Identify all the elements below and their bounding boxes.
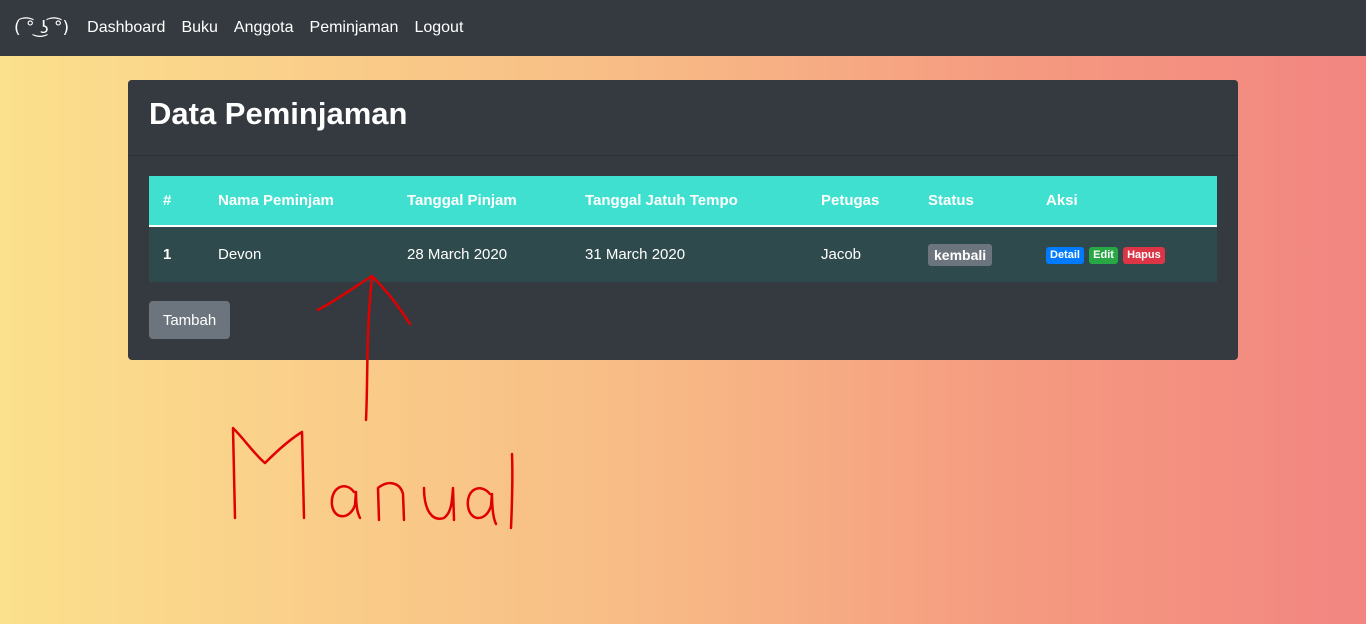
column-header-nama-peminjam: Nama Peminjam (218, 192, 334, 209)
letter-m (231, 426, 306, 520)
column-header-status: Status (928, 192, 974, 209)
page-title: Data Peminjaman (149, 96, 408, 131)
brand-logo[interactable]: ( ͡° ͜ʖ ͡°) (14, 18, 69, 38)
column-header-petugas: Petugas (821, 192, 880, 209)
column-header-tanggal-jatuh-tempo: Tanggal Jatuh Tempo (585, 192, 738, 209)
cell-nama-peminjam: Devon (218, 246, 262, 263)
cell-petugas: Jacob (821, 246, 862, 263)
column-header-tanggal-pinjam: Tanggal Pinjam (407, 192, 517, 209)
letter-l (509, 452, 514, 530)
peminjaman-table: # Nama Peminjam Tanggal Pinjam Tanggal J… (149, 176, 1217, 282)
nav-link-buku[interactable]: Buku (181, 19, 217, 37)
nav-link-dashboard[interactable]: Dashboard (87, 19, 165, 37)
cell-status: kembali (914, 226, 1032, 282)
edit-button[interactable]: Edit (1089, 247, 1118, 264)
nav-link-peminjaman[interactable]: Peminjaman (310, 19, 399, 37)
nav-link-logout[interactable]: Logout (414, 19, 463, 37)
column-header-aksi: Aksi (1046, 192, 1078, 209)
cell-aksi: Detail Edit Hapus (1032, 226, 1217, 282)
cell-tanggal-pinjam: 28 March 2020 (407, 246, 508, 263)
column-header-number: # (163, 192, 172, 209)
detail-button[interactable]: Detail (1046, 247, 1084, 264)
peminjaman-card: Data Peminjaman # Nama Peminjam Tanggal … (128, 80, 1238, 360)
card-header: Data Peminjaman (128, 80, 1238, 156)
table-header-row: # Nama Peminjam Tanggal Pinjam Tanggal J… (149, 176, 1217, 226)
top-navbar: ( ͡° ͜ʖ ͡°) Dashboard Buku Anggota Pemin… (0, 0, 1366, 56)
status-badge: kembali (928, 243, 993, 266)
hapus-button[interactable]: Hapus (1123, 247, 1165, 264)
letter-a-2 (466, 487, 498, 526)
table-row: 1 Devon 28 March 2020 31 March 2020 Jaco… (149, 226, 1217, 282)
nav-link-anggota[interactable]: Anggota (234, 19, 294, 37)
cell-tanggal-jatuh-tempo: 31 March 2020 (585, 246, 686, 263)
letter-u (422, 486, 456, 522)
cell-number: 1 (163, 246, 172, 263)
tambah-button[interactable]: Tambah (149, 301, 230, 339)
letter-a (330, 485, 362, 520)
letter-n (376, 481, 406, 522)
